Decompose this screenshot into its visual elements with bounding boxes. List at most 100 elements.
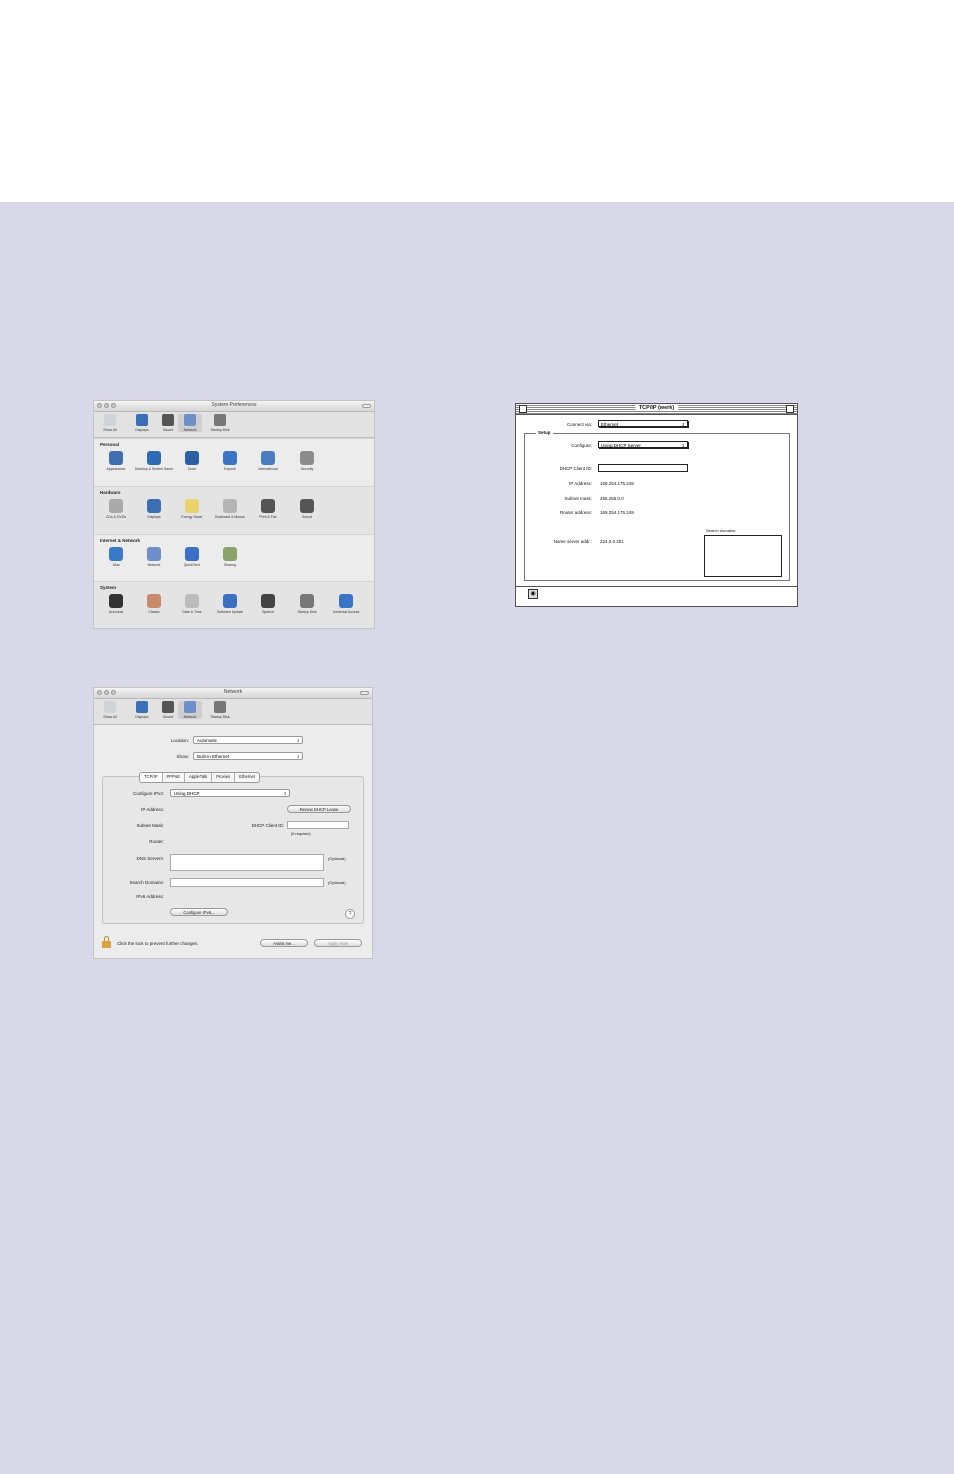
pref-pane-displays[interactable]: Displays [134, 499, 174, 520]
pref-pane-energy-saver[interactable]: Energy Saver [172, 499, 212, 520]
dhcp-client-id-field[interactable] [598, 464, 688, 472]
ipv6-address-label: IPv6 Address: [136, 894, 164, 899]
apply-now-button[interactable]: Apply Now [314, 939, 362, 947]
universal-access-icon [339, 594, 353, 608]
configure-popup[interactable]: Using DHCP Server ⇕ [598, 441, 688, 448]
network-titlebar[interactable]: Network [94, 688, 372, 699]
subnet-mask-value: 255.255.0.0 [600, 496, 624, 501]
pref-pane-software-update[interactable]: Software Update [210, 594, 250, 615]
pref-pane-quicktime[interactable]: QuickTime [172, 547, 212, 568]
pref-pane-expos[interactable]: Exposé [210, 451, 250, 472]
assist-me-button[interactable]: Assist me... [260, 939, 308, 947]
classic-icon [147, 594, 161, 608]
pref-pane-label: Desktop & Screen Saver [134, 467, 174, 471]
tab-proxies[interactable]: Proxies [212, 773, 236, 782]
section-system: System Accounts Classic Date & Time Software… [94, 581, 374, 628]
toolbar-item-displays[interactable]: Displays [130, 701, 154, 719]
sysprefs-titlebar[interactable]: System Preferences [94, 401, 374, 412]
configure-ipv6-button[interactable]: Configure IPv6... [170, 908, 228, 916]
location-popup[interactable]: Automatic ⇕ [193, 736, 303, 744]
section-title: Personal [100, 442, 120, 447]
tab-ethernet[interactable]: Ethernet [235, 773, 259, 782]
ip-address-label: IP Address: [569, 481, 592, 486]
pref-pane-accounts[interactable]: Accounts [96, 594, 136, 615]
speaker-icon [162, 414, 174, 426]
toolbar-item-startup-disk[interactable]: Startup Disk [208, 701, 232, 719]
pref-pane-sound[interactable]: Sound [287, 499, 327, 520]
close-box-icon[interactable] [519, 405, 527, 413]
pref-pane-label: Accounts [108, 610, 124, 614]
toolbar-item-startup-disk[interactable]: Startup Disk [208, 414, 232, 432]
pref-pane-label: Universal Access [332, 610, 360, 614]
tcpip-titlebar[interactable]: TCP/IP (werk) [516, 404, 797, 415]
pref-pane-print-fax[interactable]: Print & Fax [248, 499, 288, 520]
network-window: Network Show All Displays Sound Network Star… [94, 688, 372, 958]
search-domains-field[interactable] [704, 535, 782, 577]
tab-pppoe[interactable]: PPPoE [163, 773, 186, 782]
window-title: Network [223, 689, 243, 695]
pref-pane-label: Classic [148, 610, 160, 614]
setup-label: Setup [536, 430, 553, 435]
toolbar-item-displays[interactable]: Displays [130, 414, 154, 432]
pref-pane-startup-disk[interactable]: Startup Disk [287, 594, 327, 615]
configure-label: Configure: [571, 443, 592, 448]
optional-note: (Optional) [328, 856, 346, 861]
search-domains-label: Search Domains: [129, 880, 164, 885]
toolbar-item-sound[interactable]: Sound [156, 701, 180, 719]
pref-pane-network[interactable]: Network [134, 547, 174, 568]
tab-bar: TCP/IP PPPoE AppleTalk Proxies Ethernet [139, 772, 260, 783]
help-icon[interactable]: ? [345, 909, 355, 919]
clock-icon [185, 594, 199, 608]
popup-arrows-icon: ⇕ [681, 443, 685, 448]
tab-tcp-ip[interactable]: TCP/IP [140, 773, 163, 782]
pref-pane-cds-dvds[interactable]: CDs & DVDs [96, 499, 136, 520]
pref-pane-security[interactable]: Security [287, 451, 327, 472]
pref-pane-classic[interactable]: Classic [134, 594, 174, 615]
dns-servers-label: DNS Servers: [136, 856, 164, 861]
tab-appletalk[interactable]: AppleTalk [185, 773, 213, 782]
toolbar-item-label: Show All [103, 428, 117, 432]
pref-pane-dock[interactable]: Dock [172, 451, 212, 472]
info-icon[interactable]: ◉ [528, 589, 538, 599]
configure-ipv4-popup[interactable]: Using DHCP ⇕ [170, 789, 290, 797]
pref-pane-international[interactable]: International [248, 451, 288, 472]
pref-pane-date-time[interactable]: Date & Time [172, 594, 212, 615]
dhcp-client-id-field[interactable] [287, 821, 349, 829]
window-title: System Preferences [211, 402, 257, 408]
toolbar-item-show-all[interactable]: Show All [98, 414, 122, 432]
popup-arrows-icon: ⇕ [681, 422, 685, 427]
printer-icon [261, 499, 275, 513]
pref-pane-sharing[interactable]: Sharing [210, 547, 250, 568]
pref-pane-mac[interactable]: .Mac [96, 547, 136, 568]
popup-arrows-icon: ⇕ [296, 754, 300, 759]
toolbar-toggle-icon[interactable] [360, 691, 369, 695]
lock-icon[interactable] [102, 936, 111, 948]
pref-pane-universal-access[interactable]: Universal Access [326, 594, 366, 615]
pref-pane-label: Exposé [224, 467, 236, 471]
toolbar-item-network[interactable]: Network [178, 414, 202, 432]
pref-pane-speech[interactable]: Speech [248, 594, 288, 615]
renew-dhcp-lease-button[interactable]: Renew DHCP Lease [287, 805, 351, 813]
pref-pane-appearance[interactable]: Appearance [96, 451, 136, 472]
toolbar-item-network[interactable]: Network [178, 701, 202, 719]
ip-address-value: 169.254.175.249 [600, 481, 634, 486]
display-icon [147, 499, 161, 513]
show-popup[interactable]: Built-in Ethernet ⇕ [193, 752, 303, 760]
toolbar-item-sound[interactable]: Sound [156, 414, 180, 432]
pref-pane-desktop-screen-saver[interactable]: Desktop & Screen Saver [134, 451, 174, 472]
disk-icon [300, 594, 314, 608]
popup-arrows-icon: ⇕ [296, 738, 300, 743]
speaker-icon [162, 701, 174, 713]
search-domains-field[interactable] [170, 878, 324, 887]
toolbar-item-label: Startup Disk [210, 715, 230, 719]
if-required-note: (If required) [291, 832, 311, 836]
pref-pane-keyboard-mouse[interactable]: Keyboard & Mouse [210, 499, 250, 520]
toolbar-item-show-all[interactable]: Show All [98, 701, 122, 719]
update-icon [223, 594, 237, 608]
subnet-mask-label: Subnet mask: [564, 496, 592, 501]
zoom-box-icon[interactable] [786, 405, 794, 413]
dns-servers-field[interactable] [170, 854, 324, 871]
configure-ipv4-label: Configure IPv4: [132, 791, 164, 796]
connect-via-popup[interactable]: Ethernet ⇕ [598, 420, 688, 427]
toolbar-toggle-icon[interactable] [362, 404, 371, 408]
